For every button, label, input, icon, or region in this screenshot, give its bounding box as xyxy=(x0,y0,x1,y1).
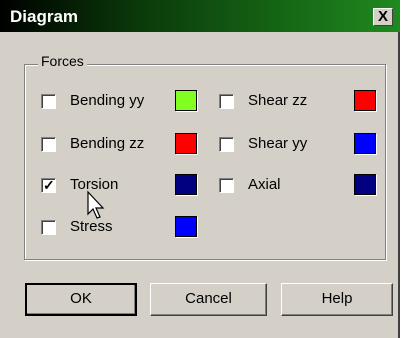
bending-yy-color-swatch[interactable] xyxy=(175,90,197,111)
torsion-checkbox[interactable]: ✓ xyxy=(41,177,56,193)
bending-yy-checkbox[interactable] xyxy=(41,94,56,109)
help-button[interactable]: Help xyxy=(281,283,393,316)
cancel-button[interactable]: Cancel xyxy=(150,283,267,316)
bending-zz-checkbox[interactable] xyxy=(41,137,56,152)
checkbox-row-shear-zz[interactable]: Shear zz xyxy=(219,91,349,113)
torsion-color-swatch[interactable] xyxy=(175,174,197,195)
close-icon: X xyxy=(377,8,388,25)
stress-color-swatch[interactable] xyxy=(175,216,197,237)
mouse-cursor-icon xyxy=(87,190,105,219)
ok-button[interactable]: OK xyxy=(25,283,137,316)
bending-zz-label: Bending zz xyxy=(70,135,145,152)
checkbox-row-shear-yy[interactable]: Shear yy xyxy=(219,134,349,156)
forces-group-label: Forces xyxy=(38,53,87,69)
diagram-dialog: Diagram X Forces Bending yy Shear zz Ben… xyxy=(0,0,400,338)
close-button[interactable]: X xyxy=(373,8,393,26)
shear-zz-color-swatch[interactable] xyxy=(354,90,376,111)
bending-zz-color-swatch[interactable] xyxy=(175,133,197,154)
window-title: Diagram xyxy=(10,7,79,26)
shear-zz-checkbox[interactable] xyxy=(219,94,234,109)
shear-yy-color-swatch[interactable] xyxy=(354,133,376,154)
axial-label: Axial xyxy=(248,176,281,193)
title-bar: Diagram X xyxy=(0,0,400,32)
checkbox-row-axial[interactable]: Axial xyxy=(219,175,349,197)
shear-yy-checkbox[interactable] xyxy=(219,137,234,152)
stress-checkbox[interactable] xyxy=(41,220,56,235)
axial-color-swatch[interactable] xyxy=(354,174,376,195)
axial-checkbox[interactable] xyxy=(219,178,234,193)
shear-zz-label: Shear zz xyxy=(248,92,308,109)
checkmark-icon: ✓ xyxy=(43,177,55,193)
bending-yy-label: Bending yy xyxy=(70,92,145,109)
shear-yy-label: Shear yy xyxy=(248,135,308,152)
